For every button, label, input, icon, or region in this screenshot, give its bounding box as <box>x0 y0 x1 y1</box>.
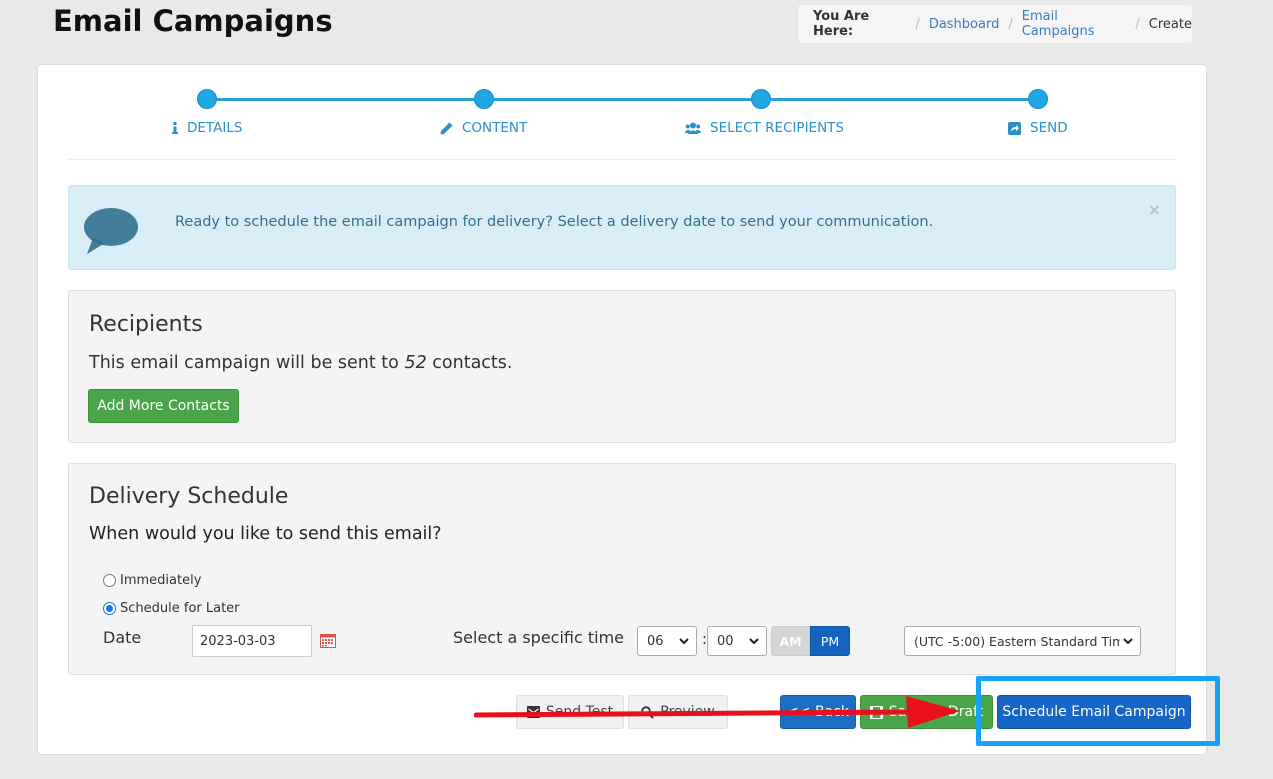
wizard-step-dot-content[interactable] <box>474 89 494 109</box>
save-draft-button[interactable]: Save as Draft <box>860 695 993 729</box>
speech-bubble-icon <box>84 208 138 254</box>
hour-value: 06 <box>647 633 664 649</box>
wizard-step-dot-send[interactable] <box>1028 89 1048 109</box>
date-label: Date <box>103 628 142 647</box>
minute-select[interactable]: 00 <box>707 626 767 656</box>
wizard-step-select-recipients[interactable]: SELECT RECIPIENTS <box>685 120 844 136</box>
preview-button[interactable]: Preview <box>628 695 728 729</box>
breadcrumb-label: You Are Here: <box>813 9 870 39</box>
schedule-later-radio[interactable] <box>103 602 116 615</box>
search-icon <box>641 705 654 719</box>
breadcrumb: You Are Here: / Dashboard / Email Campai… <box>798 5 1192 43</box>
chevron-down-icon <box>749 638 759 645</box>
minute-value: 00 <box>717 633 734 649</box>
breadcrumb-separator: / <box>915 16 920 32</box>
recipients-text-before: This email campaign will be sent to <box>89 353 405 373</box>
wizard-step-label: SEND <box>1030 120 1068 136</box>
back-button[interactable]: << Back <box>780 695 856 729</box>
info-icon <box>172 122 178 134</box>
breadcrumb-dashboard-link[interactable]: Dashboard <box>929 17 1000 32</box>
time-label: Select a specific time <box>453 628 625 647</box>
calendar-icon[interactable] <box>320 633 336 648</box>
alert-message: Ready to schedule the email campaign for… <box>175 214 934 230</box>
wizard-step-details[interactable]: DETAILS <box>172 120 242 136</box>
send-test-label: Send Test <box>545 704 614 720</box>
timezone-select[interactable]: (UTC -5:00) Eastern Standard Time <box>904 626 1141 656</box>
wizard-step-dot-recipients[interactable] <box>751 89 771 109</box>
breadcrumb-separator: / <box>1135 16 1140 32</box>
timezone-value: (UTC -5:00) Eastern Standard Time <box>914 633 1120 649</box>
option-label: Schedule for Later <box>120 601 240 616</box>
envelope-icon <box>526 706 540 718</box>
wizard-divider <box>68 159 1176 160</box>
recipients-summary: This email campaign will be sent to 52 c… <box>89 353 512 373</box>
users-icon <box>685 122 701 134</box>
wizard-step-label: DETAILS <box>187 120 243 136</box>
send-test-button[interactable]: Send Test <box>516 695 624 729</box>
hour-select[interactable]: 06 <box>637 626 697 656</box>
option-immediately[interactable]: Immediately <box>103 573 201 588</box>
info-alert: Ready to schedule the email campaign for… <box>68 185 1176 270</box>
breadcrumb-email-campaigns-link[interactable]: Email Campaigns <box>1022 9 1127 39</box>
breadcrumb-current: Create <box>1148 16 1192 32</box>
delivery-schedule-panel: Delivery Schedule When would you like to… <box>68 463 1176 675</box>
recipients-text-after: contacts. <box>426 353 513 373</box>
breadcrumb-separator: / <box>1008 16 1013 32</box>
option-label: Immediately <box>120 573 202 588</box>
recipients-heading: Recipients <box>89 312 203 337</box>
save-icon <box>869 705 883 719</box>
recipients-count: 52 <box>404 353 427 373</box>
delivery-question: When would you like to send this email? <box>89 524 442 544</box>
pencil-icon <box>440 122 453 134</box>
close-icon[interactable]: × <box>1148 200 1161 219</box>
option-schedule-later[interactable]: Schedule for Later <box>103 601 240 616</box>
am-button[interactable]: AM <box>771 626 810 656</box>
schedule-email-campaign-button[interactable]: Schedule Email Campaign <box>997 695 1191 729</box>
save-draft-label: Save as Draft <box>888 704 984 720</box>
immediately-radio[interactable] <box>103 574 116 587</box>
wizard-step-label: CONTENT <box>462 120 528 136</box>
add-more-contacts-button[interactable]: Add More Contacts <box>88 389 239 423</box>
recipients-panel: Recipients This email campaign will be s… <box>68 290 1176 443</box>
wizard-step-label: SELECT RECIPIENTS <box>710 120 844 136</box>
preview-label: Preview <box>660 704 715 720</box>
chevron-down-icon <box>1123 638 1133 645</box>
date-input[interactable]: 2023-03-03 <box>192 625 312 657</box>
wizard-step-content[interactable]: CONTENT <box>440 120 527 136</box>
share-icon <box>1008 121 1021 135</box>
page-title: Email Campaigns <box>53 4 333 38</box>
delivery-heading: Delivery Schedule <box>89 484 289 509</box>
pm-button[interactable]: PM <box>810 626 850 656</box>
chevron-down-icon <box>679 638 689 645</box>
wizard-step-send[interactable]: SEND <box>1008 120 1068 136</box>
wizard-step-dot-details[interactable] <box>197 89 217 109</box>
wizard-progress-line <box>207 98 1038 101</box>
